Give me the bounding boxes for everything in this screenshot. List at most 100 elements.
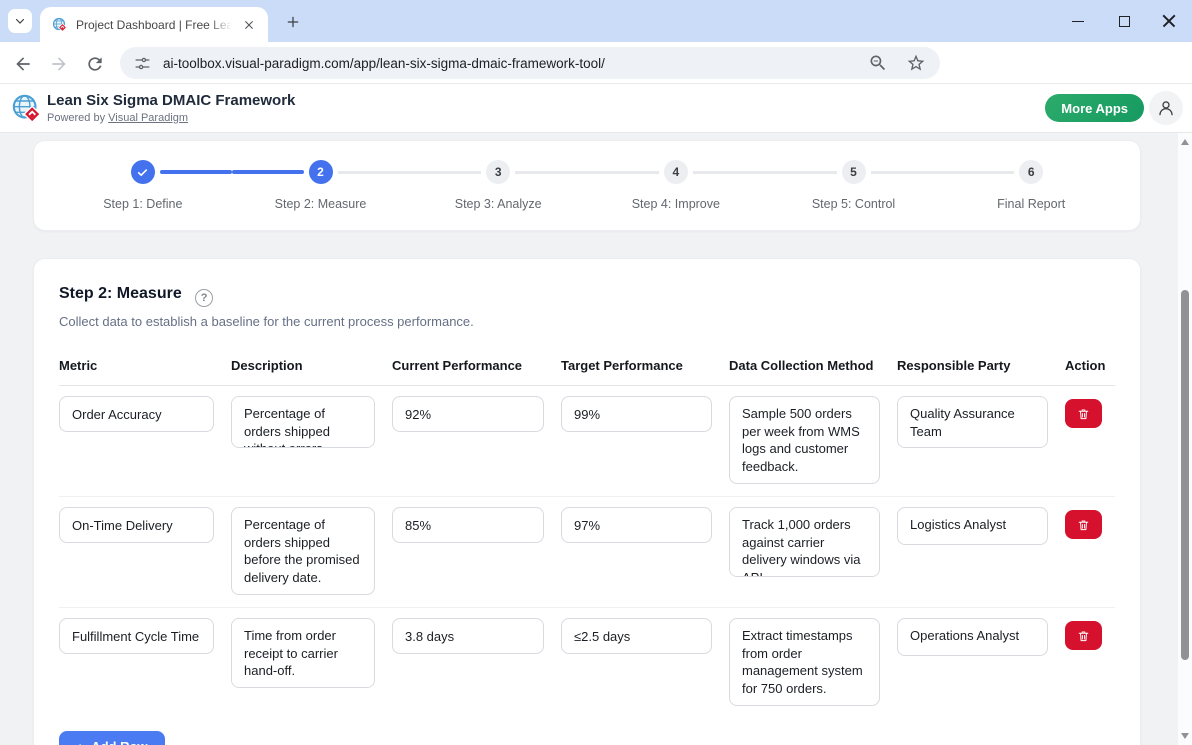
stepper-connector	[942, 171, 1014, 174]
section-subtitle: Collect data to establish a baseline for…	[59, 314, 1115, 329]
app-header: Lean Six Sigma DMAIC Framework Powered b…	[0, 84, 1192, 133]
page-content: Step 1: Define 2 Step 2: Measure 3 Step …	[0, 133, 1192, 745]
data-collection-input[interactable]	[729, 618, 880, 706]
browser-toolbar: ai-toolbox.visual-paradigm.com/app/lean-…	[0, 42, 1192, 84]
stepper-connector	[587, 171, 659, 174]
trash-icon	[1077, 518, 1090, 532]
section-title: Step 2: Measure	[59, 285, 182, 303]
delete-row-button[interactable]	[1065, 621, 1102, 650]
target-performance-input[interactable]	[561, 396, 712, 432]
step-5-label: Step 5: Control	[765, 197, 943, 211]
url-text: ai-toolbox.visual-paradigm.com/app/lean-…	[163, 56, 850, 71]
favicon-visual-paradigm	[52, 17, 68, 33]
stepper-connector	[693, 171, 765, 174]
dmaic-stepper: Step 1: Define 2 Step 2: Measure 3 Step …	[33, 140, 1141, 231]
scrollbar-thumb[interactable]	[1181, 290, 1189, 660]
scroll-up-arrow-icon[interactable]	[1181, 139, 1189, 145]
browser-tab[interactable]: Project Dashboard | Free Lean S	[40, 7, 268, 42]
new-tab-button[interactable]	[282, 11, 304, 33]
column-header-metric: Metric	[59, 358, 231, 373]
trash-icon	[1077, 407, 1090, 421]
current-performance-input[interactable]	[392, 396, 544, 432]
bookmark-star-icon[interactable]	[906, 53, 926, 73]
stepper-step-improve[interactable]: 4 Step 4: Improve	[587, 141, 765, 230]
plus-icon: +	[76, 739, 84, 745]
description-input[interactable]	[231, 396, 375, 448]
visual-paradigm-link[interactable]: Visual Paradigm	[108, 112, 188, 124]
step-5-circle: 5	[842, 160, 866, 184]
step-6-circle: 6	[1019, 160, 1043, 184]
window-minimize-button[interactable]	[1063, 6, 1093, 36]
description-input[interactable]	[231, 618, 375, 688]
page-scrollbar[interactable]	[1178, 133, 1192, 745]
stepper-step-control[interactable]: 5 Step 5: Control	[765, 141, 943, 230]
zoom-out-icon[interactable]	[868, 53, 888, 73]
step-4-circle: 4	[664, 160, 688, 184]
close-icon	[244, 20, 254, 30]
powered-by: Powered by Visual Paradigm	[47, 112, 188, 124]
table-header-row: Metric Description Current Performance T…	[59, 358, 1115, 386]
window-maximize-button[interactable]	[1109, 6, 1139, 36]
metric-input[interactable]	[59, 618, 214, 654]
step-1-circle	[131, 160, 155, 184]
reload-button[interactable]	[85, 54, 105, 74]
page-title: Lean Six Sigma DMAIC Framework	[47, 92, 295, 109]
current-performance-input[interactable]	[392, 507, 544, 543]
trash-icon	[1077, 629, 1090, 643]
scroll-down-arrow-icon[interactable]	[1181, 733, 1189, 739]
current-performance-input[interactable]	[392, 618, 544, 654]
column-header-description: Description	[231, 358, 392, 373]
chevron-down-icon	[14, 15, 26, 27]
stepper-connector	[232, 170, 304, 174]
measure-card: Step 2: Measure ? Collect data to establ…	[33, 258, 1141, 745]
step-2-circle: 2	[309, 160, 333, 184]
browser-titlebar: Project Dashboard | Free Lean S	[0, 0, 1192, 42]
responsible-party-input[interactable]	[897, 396, 1048, 448]
stepper-connector	[160, 170, 232, 174]
stepper-step-define[interactable]: Step 1: Define	[54, 141, 232, 230]
responsible-party-input[interactable]	[897, 507, 1048, 545]
stepper-connector	[515, 171, 587, 174]
add-row-button[interactable]: + Add Row	[59, 731, 165, 745]
table-row	[59, 608, 1115, 718]
data-collection-input[interactable]	[729, 507, 880, 577]
target-performance-input[interactable]	[561, 618, 712, 654]
column-header-data-collection-method: Data Collection Method	[729, 358, 897, 373]
table-row	[59, 386, 1115, 497]
more-apps-button[interactable]: More Apps	[1045, 94, 1144, 122]
plus-icon	[286, 15, 300, 29]
delete-row-button[interactable]	[1065, 399, 1102, 428]
close-icon	[1162, 14, 1176, 28]
tab-search-button[interactable]	[8, 9, 32, 33]
tab-close-button[interactable]	[240, 16, 258, 34]
target-performance-input[interactable]	[561, 507, 712, 543]
site-settings-icon	[134, 55, 151, 72]
user-account-button[interactable]	[1149, 91, 1183, 125]
stepper-step-final-report[interactable]: 6 Final Report	[942, 141, 1120, 230]
step-4-label: Step 4: Improve	[587, 197, 765, 211]
stepper-connector	[765, 171, 837, 174]
help-icon[interactable]: ?	[195, 289, 213, 307]
visual-paradigm-logo	[11, 93, 43, 125]
stepper-step-analyze[interactable]: 3 Step 3: Analyze	[409, 141, 587, 230]
delete-row-button[interactable]	[1065, 510, 1102, 539]
maximize-icon	[1119, 16, 1130, 27]
check-icon	[136, 166, 149, 179]
column-header-action: Action	[1065, 358, 1115, 373]
responsible-party-input[interactable]	[897, 618, 1048, 656]
add-row-label: Add Row	[91, 739, 147, 745]
stepper-connector	[409, 171, 481, 174]
step-6-label: Final Report	[942, 197, 1120, 211]
description-input[interactable]	[231, 507, 375, 595]
person-icon	[1156, 98, 1176, 118]
metric-input[interactable]	[59, 507, 214, 543]
forward-button[interactable]	[49, 54, 69, 74]
back-button[interactable]	[13, 54, 33, 74]
url-bar[interactable]: ai-toolbox.visual-paradigm.com/app/lean-…	[120, 47, 940, 79]
stepper-step-measure[interactable]: 2 Step 2: Measure	[232, 141, 410, 230]
metric-input[interactable]	[59, 396, 214, 432]
step-1-label: Step 1: Define	[54, 197, 232, 211]
data-collection-input[interactable]	[729, 396, 880, 484]
window-close-button[interactable]	[1154, 6, 1184, 36]
stepper-connector	[338, 171, 410, 174]
